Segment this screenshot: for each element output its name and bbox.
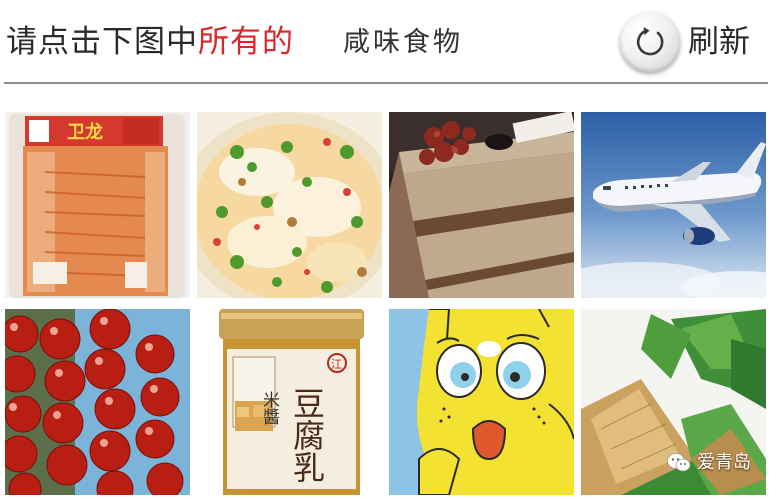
image-grid: 卫龙 江 米醬 豆腐乳 (0, 112, 778, 499)
jar-label-main: 豆腐乳 (288, 387, 326, 483)
captcha-header: 请点击下图中所有的 咸味食物 刷新 (0, 0, 778, 82)
jar-label-side: 米醬 (259, 391, 280, 426)
watermark-text: 爱青岛 (697, 452, 751, 473)
tile-fermented-tofu-jar[interactable]: 江 米醬 豆腐乳 (197, 309, 382, 495)
refresh-icon[interactable] (620, 12, 680, 72)
header-divider (4, 82, 768, 84)
tofu-pudding-image (197, 112, 382, 298)
tile-candied-hawthorn[interactable] (5, 309, 190, 495)
instruction-highlight: 所有的 (198, 24, 294, 60)
tile-tofu-pudding-bowl[interactable] (197, 112, 382, 298)
refresh-button[interactable]: 刷新 (620, 10, 770, 74)
target-category: 咸味食物 (343, 27, 463, 58)
tile-chocolate-cake-slice[interactable] (389, 112, 574, 298)
wechat-icon (667, 453, 691, 472)
airplane-image (581, 112, 766, 298)
tile-cartoon-cat[interactable] (389, 309, 574, 495)
package-brand-text: 卫龙 (67, 121, 103, 142)
fermented-tofu-jar-image: 江 米醬 豆腐乳 (197, 309, 382, 495)
refresh-label[interactable]: 刷新 (688, 24, 750, 60)
jar-brand-mark: 江 (331, 358, 342, 371)
instruction-prefix: 请点击下图中 (6, 24, 198, 60)
spicy-snack-image: 卫龙 (5, 112, 190, 298)
cartoon-cat-image (389, 309, 574, 495)
candied-hawthorn-image (5, 309, 190, 495)
cake-slice-image (389, 112, 574, 298)
tile-spicy-gluten-snack[interactable]: 卫龙 (5, 112, 190, 298)
tile-airplane[interactable] (581, 112, 766, 298)
captcha-instruction: 请点击下图中所有的 (6, 22, 294, 62)
